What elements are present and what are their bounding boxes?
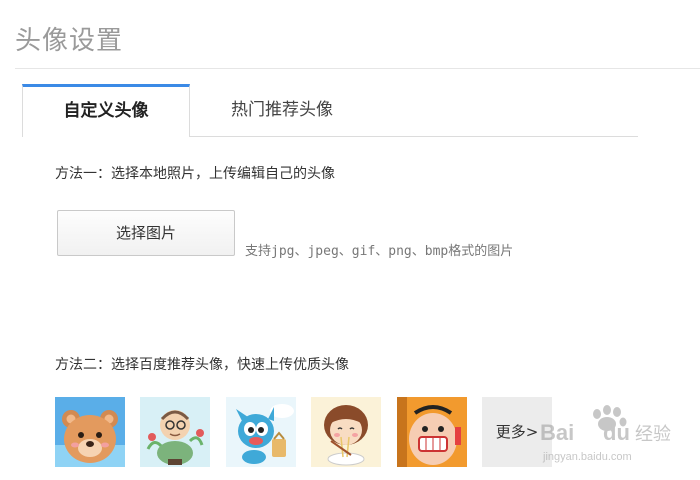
bear-avatar-icon <box>55 397 125 467</box>
choose-image-button[interactable]: 选择图片 <box>57 210 235 256</box>
chef-smile-avatar-icon <box>397 397 467 467</box>
blue-cartoon-avatar-icon <box>226 397 296 467</box>
tab-recommended-avatar[interactable]: 热门推荐头像 <box>192 84 372 135</box>
avatar-settings-page: 头像设置 自定义头像 热门推荐头像 方法一：选择本地照片，上传编辑自己的头像 选… <box>0 0 700 480</box>
old-man-avatar-icon <box>140 397 210 467</box>
avatar-option-chef-smile[interactable] <box>397 397 467 467</box>
avatar-option-old-man[interactable] <box>140 397 210 467</box>
svg-text:Bai: Bai <box>540 420 574 445</box>
method-two-text: 方法二：选择百度推荐头像，快速上传优质头像 <box>55 357 349 373</box>
supported-formats-text: 支持jpg、jpeg、gif、png、bmp格式的图片 <box>245 244 514 259</box>
tab-bar: 自定义头像 热门推荐头像 <box>22 84 638 137</box>
baidu-paw-logo-icon: Bai du 经验 jingyan.baidu.com <box>540 405 671 463</box>
title-divider <box>15 68 700 69</box>
svg-text:du: du <box>603 420 630 445</box>
svg-text:经验: 经验 <box>635 424 671 445</box>
page-title: 头像设置 <box>15 26 124 56</box>
girl-noodles-avatar-icon <box>311 397 381 467</box>
tab-custom-avatar[interactable]: 自定义头像 <box>22 84 190 137</box>
avatar-option-blue-cartoon[interactable] <box>226 397 296 467</box>
avatar-option-bear[interactable] <box>55 397 125 467</box>
baidu-jingyan-watermark: Bai du 经验 jingyan.baidu.com <box>535 400 700 475</box>
svg-text:jingyan.baidu.com: jingyan.baidu.com <box>542 451 632 463</box>
method-one-text: 方法一：选择本地照片，上传编辑自己的头像 <box>55 166 335 182</box>
avatar-option-girl-noodles[interactable] <box>311 397 381 467</box>
